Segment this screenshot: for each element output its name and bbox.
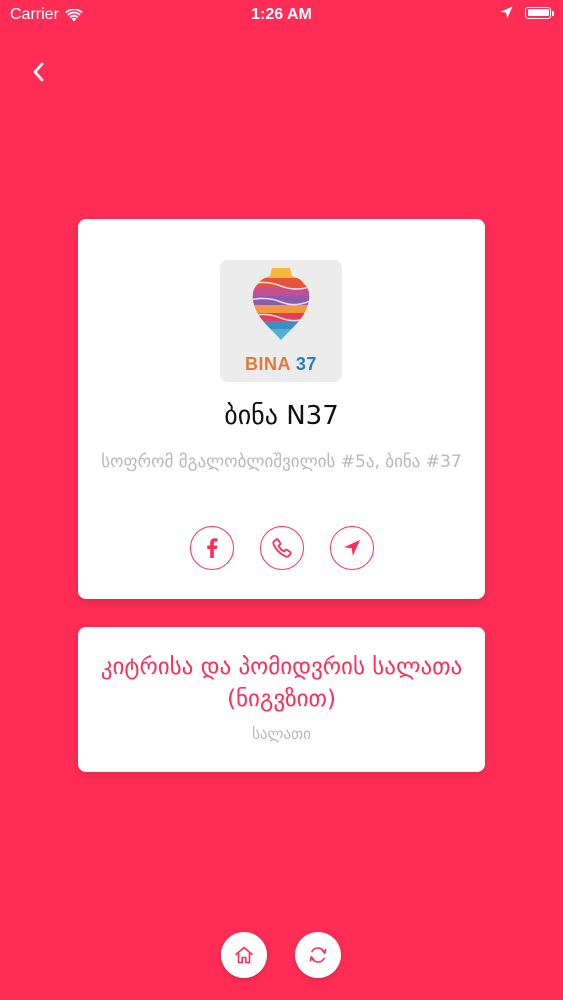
restaurant-name: ბინა N37: [224, 401, 339, 431]
facebook-button[interactable]: [189, 526, 234, 570]
battery-icon: [525, 6, 554, 19]
restaurant-address: სოფრომ მგალობლიშვილის #5ა, ბინა #37: [101, 452, 462, 472]
logo-text-number: 37: [295, 354, 317, 374]
restaurant-card: BINA 37 ბინა N37 სოფრომ მგალობლიშვილის #…: [78, 219, 485, 599]
phone-icon: [271, 538, 292, 558]
restaurant-actions: [78, 526, 485, 570]
logo-text-primary: BINA: [245, 354, 291, 374]
refresh-icon: [309, 947, 327, 963]
home-button[interactable]: [221, 932, 267, 978]
status-right: [500, 6, 554, 19]
location-services-icon: [500, 6, 513, 19]
status-time: 1:26 AM: [251, 6, 312, 23]
facebook-icon: [206, 538, 217, 558]
chevron-left-icon: [33, 62, 44, 82]
restaurant-logo: BINA 37: [220, 260, 342, 382]
call-button[interactable]: [259, 526, 304, 570]
refresh-button[interactable]: [295, 932, 341, 978]
dish-card[interactable]: კიტრისა და პომიდვრის სალათა (ნიგვზით) სა…: [78, 627, 485, 772]
navigate-button[interactable]: [329, 526, 374, 570]
home-icon: [235, 946, 253, 964]
back-button[interactable]: [22, 56, 54, 88]
battery-level: [527, 9, 549, 16]
status-bar: Carrier 1:26 AM: [0, 0, 563, 30]
dish-name: კიტრისა და პომიდვრის სალათა (ნიგვზით): [100, 654, 463, 712]
dish-category: სალათი: [252, 725, 311, 743]
location-arrow-icon: [343, 540, 360, 556]
restaurant-logo-text: BINA 37: [220, 354, 342, 375]
